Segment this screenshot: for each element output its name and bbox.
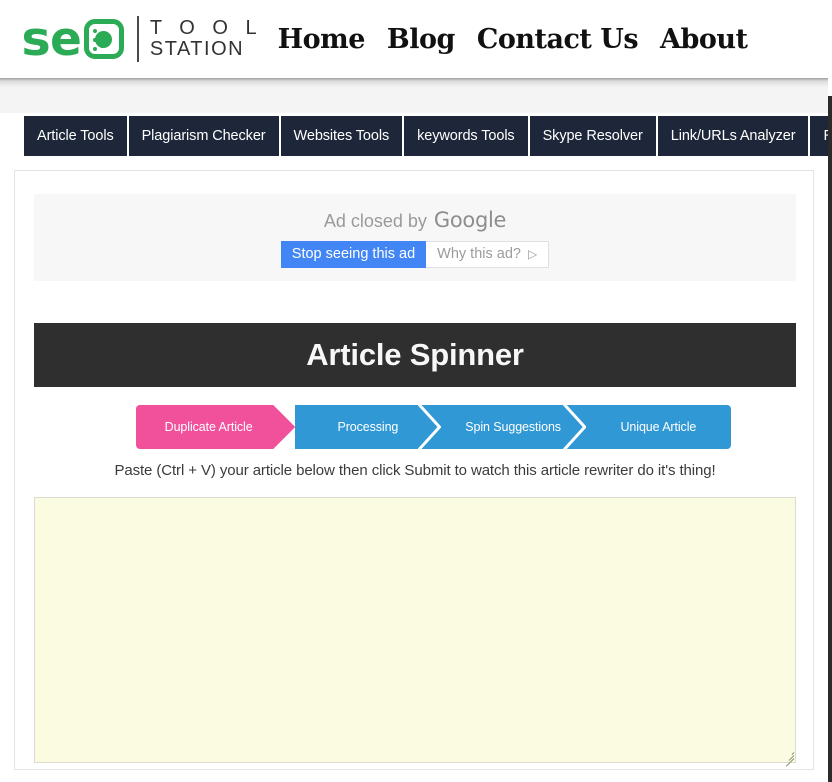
gear-node: [99, 44, 104, 48]
logo-mark: s e: [21, 11, 124, 67]
site-header: s e T O O L STATION Home Blog Contact Us…: [0, 0, 832, 78]
why-this-ad-button[interactable]: Why this ad? ▷: [426, 240, 550, 268]
nav-item-contact-us[interactable]: Contact Us: [477, 24, 639, 55]
gear-molecule-icon: [83, 19, 124, 59]
logo-letter-s: s: [21, 11, 50, 67]
gear-node: [92, 38, 97, 42]
subnav-item-plagiarism-checker[interactable]: Plagiarism Checker: [128, 116, 281, 156]
page-right-edge-top: [828, 0, 832, 96]
subnav-item-article-tools[interactable]: Article Tools: [24, 116, 129, 156]
why-this-ad-label: Why this ad?: [437, 246, 521, 262]
subnav-item-skype-resolver[interactable]: Skype Resolver: [529, 116, 658, 156]
nav-item-about[interactable]: About: [660, 24, 748, 55]
subnav-item-link-urls-analyzer[interactable]: Link/URLs Analyzer: [657, 116, 811, 156]
subnav-item-keywords-tools[interactable]: keywords Tools: [404, 116, 530, 156]
main-navigation: Home Blog Contact Us About: [278, 24, 748, 55]
ad-action-buttons: Stop seeing this ad Why this ad? ▷: [280, 240, 550, 268]
tools-subnavigation: Article Tools Plagiarism Checker Website…: [24, 116, 832, 156]
subnav-item-websites-tools[interactable]: Websites Tools: [280, 116, 405, 156]
step-unique-article[interactable]: Unique Article: [585, 405, 731, 449]
step-label: Spin Suggestions: [465, 420, 561, 434]
ad-closed-label: Ad closed by Google: [323, 207, 507, 232]
gear-node: [92, 29, 97, 33]
nav-item-blog[interactable]: Blog: [387, 24, 455, 55]
google-ad-placeholder: Ad closed by Google Stop seeing this ad …: [34, 194, 796, 281]
logo-text-tool: T O O L: [149, 17, 263, 39]
step-label: Duplicate Article: [164, 420, 253, 434]
step-processing[interactable]: Processing: [295, 405, 441, 449]
header-gap: [0, 78, 832, 113]
logo-divider: [136, 16, 139, 62]
ad-closed-text: Ad closed by: [323, 210, 427, 231]
google-wordmark: Google: [433, 207, 507, 232]
gear-node: [92, 47, 97, 51]
progress-steps: Duplicate Article Processing Spin Sugges…: [136, 405, 731, 449]
stop-seeing-this-ad-button[interactable]: Stop seeing this ad: [280, 240, 427, 268]
page-right-edge: [828, 0, 832, 782]
step-label: Processing: [337, 420, 399, 434]
site-logo[interactable]: s e T O O L STATION: [21, 11, 263, 67]
gear-core: [95, 30, 113, 48]
gear-node: [99, 33, 104, 37]
page-root: s e T O O L STATION Home Blog Contact Us…: [0, 0, 832, 782]
page-title: Article Spinner: [34, 323, 796, 387]
step-spin-suggestions[interactable]: Spin Suggestions: [440, 405, 586, 449]
step-label: Unique Article: [620, 420, 697, 434]
logo-text-station: STATION: [149, 38, 245, 60]
logo-letter-e: e: [49, 11, 82, 67]
logo-wordmark: T O O L STATION: [150, 18, 263, 60]
play-triangle-icon: ▷: [527, 247, 538, 261]
article-input-textarea[interactable]: [34, 497, 796, 763]
step-duplicate-article[interactable]: Duplicate Article: [136, 405, 295, 449]
content-card: Ad closed by Google Stop seeing this ad …: [14, 170, 814, 770]
nav-item-home[interactable]: Home: [278, 24, 366, 55]
instruction-text: Paste (Ctrl + V) your article below then…: [114, 462, 716, 479]
